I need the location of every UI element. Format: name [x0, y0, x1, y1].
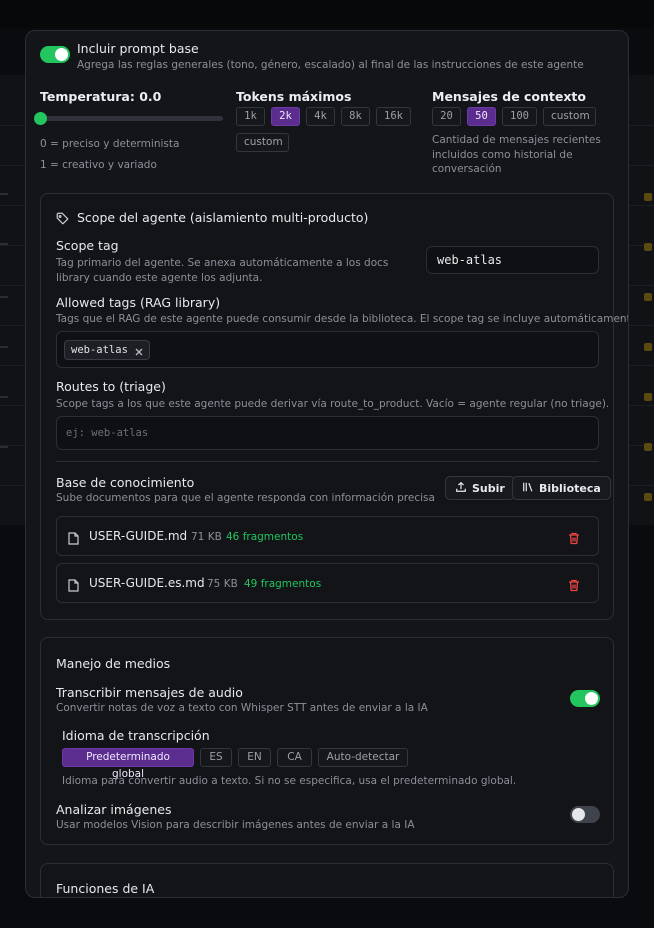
ai-functions-card: Funciones de IA — [40, 863, 614, 897]
language-option-es[interactable]: ES — [200, 748, 232, 767]
max-tokens-option-custom[interactable]: custom — [236, 133, 289, 152]
background-status-marker — [644, 393, 652, 401]
allowed-tags-input[interactable]: web-atlas — [56, 331, 599, 368]
routes-placeholder: ej: web-atlas — [66, 427, 149, 439]
upload-button-label: Subir — [472, 481, 505, 495]
tag-icon — [56, 210, 69, 229]
toggle-knob — [572, 808, 585, 821]
file-row[interactable]: USER-GUIDE.md 71 KB 46 fragmentos — [56, 516, 599, 556]
background-side-marker — [0, 243, 8, 245]
scope-tag-description: Tag primario del agente. Se anexa automá… — [56, 257, 389, 284]
allowed-tags-label: Allowed tags (RAG library) — [56, 295, 221, 310]
routes-input[interactable]: ej: web-atlas — [56, 416, 599, 450]
images-toggle[interactable] — [570, 806, 600, 823]
background-status-marker — [644, 443, 652, 451]
file-icon — [68, 577, 79, 596]
max-tokens-option-16k[interactable]: 16k — [376, 107, 411, 126]
transcribe-title: Transcribir mensajes de audio — [56, 685, 243, 700]
max-tokens-option-2k[interactable]: 2k — [271, 107, 300, 126]
file-fragments: 49 fragmentos — [244, 578, 322, 590]
file-name: USER-GUIDE.md — [89, 529, 188, 543]
media-title: Manejo de medios — [56, 656, 171, 671]
context-messages-description: Cantidad de mensajes recientes incluidos… — [432, 134, 601, 175]
language-option-auto[interactable]: Auto-detectar — [318, 748, 408, 767]
language-title: Idioma de transcripción — [62, 728, 210, 743]
toggle-knob — [585, 692, 598, 705]
context-option-20[interactable]: 20 — [432, 107, 461, 126]
temperature-hint-low: 0 = preciso y determinista — [40, 138, 180, 150]
file-size: 75 KB — [207, 578, 238, 590]
max-tokens-option-8k[interactable]: 8k — [341, 107, 370, 126]
section-divider — [56, 461, 599, 462]
toggle-knob — [55, 48, 68, 61]
language-option-default[interactable]: Predeterminado global — [62, 748, 194, 780]
library-icon — [522, 481, 534, 496]
background-side-marker — [0, 396, 8, 398]
prompt-base-title: Incluir prompt base — [77, 41, 199, 56]
context-option-50[interactable]: 50 — [467, 107, 496, 126]
language-option-ca[interactable]: CA — [277, 748, 312, 767]
close-icon[interactable] — [135, 341, 143, 360]
file-name: USER-GUIDE.es.md — [89, 576, 205, 590]
media-card: Manejo de medios Transcribir mensajes de… — [40, 637, 614, 845]
background-status-marker — [644, 293, 652, 301]
background-status-marker — [644, 343, 652, 351]
upload-button[interactable]: Subir — [445, 476, 515, 500]
temperature-hint-high: 1 = creativo y variado — [40, 159, 157, 171]
tag-chip-label: web-atlas — [71, 344, 128, 356]
scope-title: Scope del agente (aislamiento multi-prod… — [77, 210, 369, 225]
images-description: Usar modelos Vision para describir imáge… — [56, 819, 415, 831]
background-status-marker — [644, 243, 652, 251]
transcribe-toggle[interactable] — [570, 690, 600, 707]
context-option-100[interactable]: 100 — [502, 107, 537, 126]
language-option-en[interactable]: EN — [238, 748, 271, 767]
ai-functions-title: Funciones de IA — [56, 881, 155, 896]
routes-label: Routes to (triage) — [56, 379, 166, 394]
background-side-marker — [0, 446, 8, 448]
file-row[interactable]: USER-GUIDE.es.md 75 KB 49 fragmentos — [56, 563, 599, 603]
scope-tag-label: Scope tag — [56, 238, 119, 253]
prompt-base-toggle[interactable] — [40, 46, 70, 63]
scope-tag-value: web-atlas — [437, 253, 503, 267]
background-status-marker — [644, 493, 652, 501]
temperature-title: Temperatura: 0.0 — [40, 89, 162, 104]
file-icon — [68, 530, 79, 549]
background-status-marker — [644, 193, 652, 201]
trash-icon[interactable] — [568, 577, 580, 596]
tag-chip: web-atlas — [64, 340, 150, 360]
background-side-marker — [0, 296, 8, 298]
max-tokens-option-1k[interactable]: 1k — [236, 107, 265, 126]
temperature-slider-thumb[interactable] — [34, 112, 47, 125]
library-button-label: Biblioteca — [539, 481, 601, 495]
knowledge-title: Base de conocimiento — [56, 475, 195, 490]
max-tokens-title: Tokens máximos — [236, 89, 352, 104]
images-title: Analizar imágenes — [56, 802, 172, 817]
routes-description: Scope tags a los que este agente puede d… — [56, 398, 610, 410]
knowledge-description: Sube documentos para que el agente respo… — [56, 492, 435, 504]
context-option-custom[interactable]: custom — [543, 107, 596, 126]
agent-settings-modal: Incluir prompt base Agrega las reglas ge… — [25, 30, 629, 898]
trash-icon[interactable] — [568, 530, 580, 549]
file-size: 71 KB — [191, 531, 222, 543]
file-fragments: 46 fragmentos — [226, 531, 304, 543]
background-side-marker — [0, 346, 8, 348]
upload-icon — [455, 481, 467, 496]
background-side-marker — [0, 193, 8, 195]
language-description: Idioma para convertir audio a texto. Si … — [62, 775, 517, 787]
temperature-slider-track[interactable] — [40, 116, 223, 121]
scope-card: Scope del agente (aislamiento multi-prod… — [40, 193, 628, 620]
library-button[interactable]: Biblioteca — [512, 476, 611, 500]
scope-tag-input[interactable]: web-atlas — [426, 246, 599, 274]
transcribe-description: Convertir notas de voz a texto con Whisp… — [56, 702, 428, 714]
background-topbar — [0, 0, 654, 28]
context-messages-title: Mensajes de contexto — [432, 89, 586, 104]
max-tokens-option-4k[interactable]: 4k — [306, 107, 335, 126]
allowed-tags-description: Tags que el RAG de este agente puede con… — [56, 313, 629, 325]
prompt-base-description: Agrega las reglas generales (tono, géner… — [77, 59, 584, 71]
